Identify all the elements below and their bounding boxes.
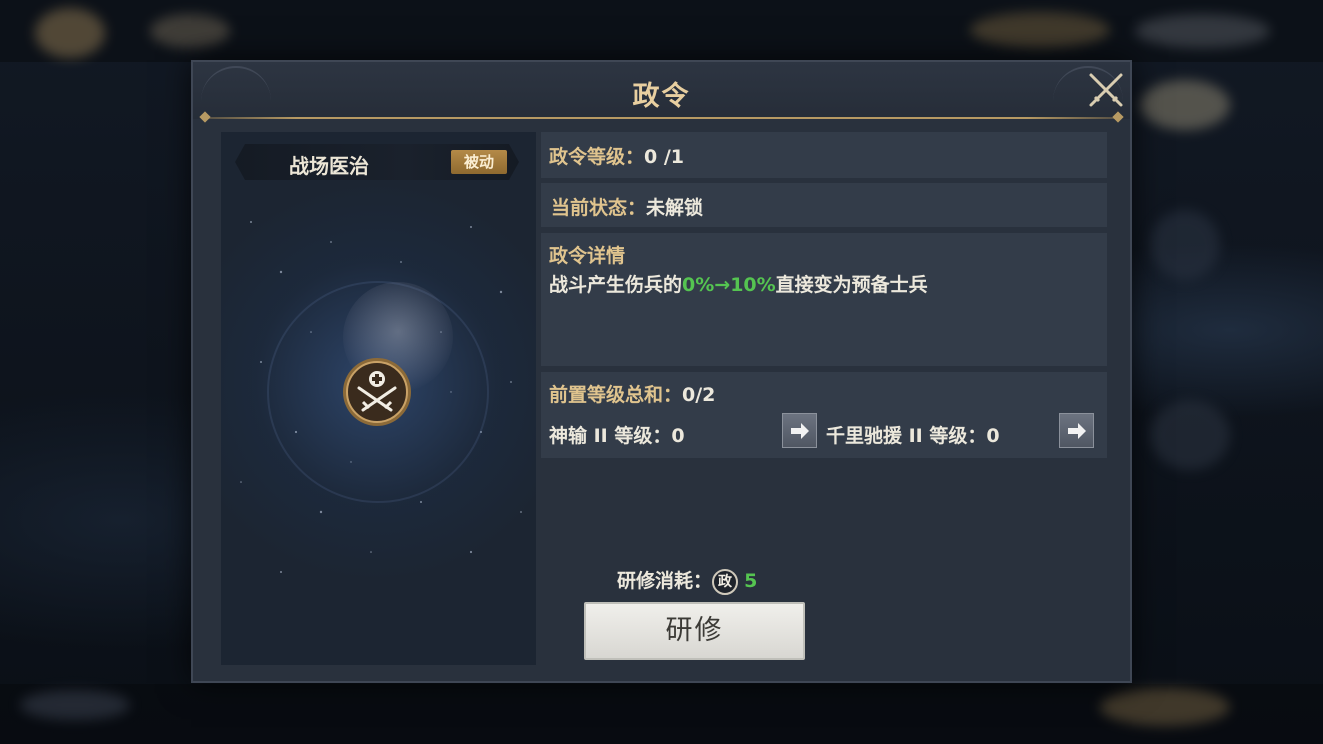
arrow-right-icon xyxy=(791,423,809,439)
current-status-value: 未解锁 xyxy=(646,197,704,219)
policy-dialog: 政令 战场医治 被动 政令等级：0 /1 当前状态：未解锁 政令详情 战斗产生伤… xyxy=(191,60,1132,683)
arrow-right-icon xyxy=(1068,423,1086,439)
skill-preview-panel: 战场医治 被动 xyxy=(221,132,536,665)
current-status-row: 当前状态：未解锁 xyxy=(541,183,1107,227)
background-side-icon-blur xyxy=(1140,80,1230,130)
policy-level-row: 政令等级：0 /1 xyxy=(541,132,1107,178)
title-divider xyxy=(205,117,1118,119)
crossed-swords-medic-icon[interactable] xyxy=(341,356,413,428)
description-highlight: 0%→10% xyxy=(682,274,776,296)
dialog-title: 政令 xyxy=(632,81,691,112)
description-text-before: 战斗产生伤兵的 xyxy=(549,274,683,296)
current-status-label: 当前状态： xyxy=(551,197,647,219)
prereq-item-2-label: 千里驰援 II 等级： xyxy=(826,425,987,447)
crossed-swords-close-icon xyxy=(1089,73,1123,107)
background-avatar-blur xyxy=(35,8,105,58)
policy-details-heading: 政令详情 xyxy=(549,245,626,267)
policy-level-value: 0 /1 xyxy=(644,146,685,168)
prereq-total-value: 0/2 xyxy=(682,384,716,406)
research-cost-label: 研修消耗： xyxy=(617,570,713,592)
skill-name: 战场医治 xyxy=(289,154,369,178)
background-currency-blur xyxy=(970,12,1110,48)
research-cost-row: 研修消耗：政 5 xyxy=(617,567,757,595)
close-button[interactable] xyxy=(1086,70,1126,110)
passive-badge: 被动 xyxy=(451,150,507,174)
prereq-item-2-goto-button[interactable] xyxy=(1059,413,1094,448)
policy-token-icon: 政 xyxy=(712,568,739,595)
prereq-item-2-value: 0 xyxy=(986,425,1000,447)
background-resource-blur xyxy=(150,14,230,48)
prereq-item-1-value: 0 xyxy=(671,425,685,447)
prereq-total-label: 前置等级总和： xyxy=(549,384,683,406)
prereq-item-1-goto-button[interactable] xyxy=(782,413,817,448)
background-bottom-button-blur xyxy=(20,690,130,720)
background-bottom-bar xyxy=(0,684,1323,744)
skill-header: 战场医治 被动 xyxy=(235,144,519,180)
background-currency-blur-2 xyxy=(1135,14,1270,48)
policy-details-description: 战斗产生伤兵的0%→10%直接变为预备士兵 xyxy=(549,270,928,297)
policy-level-label: 政令等级： xyxy=(549,146,645,168)
description-text-after: 直接变为预备士兵 xyxy=(775,274,928,296)
research-cost-amount: 5 xyxy=(744,570,758,592)
research-button[interactable]: 研修 xyxy=(584,602,805,660)
prerequisite-box: 前置等级总和：0/2 神输 II 等级：0 千里驰援 II 等级：0 xyxy=(541,372,1107,458)
prereq-item-1-label: 神输 II 等级： xyxy=(549,425,672,447)
background-top-bar xyxy=(0,0,1323,62)
background-bottom-action-blur xyxy=(1100,688,1230,726)
background-side-item-blur xyxy=(1150,210,1220,280)
policy-details-box: 政令详情 战斗产生伤兵的0%→10%直接变为预备士兵 xyxy=(541,233,1107,366)
dialog-title-bar: 政令 xyxy=(193,62,1130,119)
background-side-item-blur-2 xyxy=(1150,400,1230,470)
